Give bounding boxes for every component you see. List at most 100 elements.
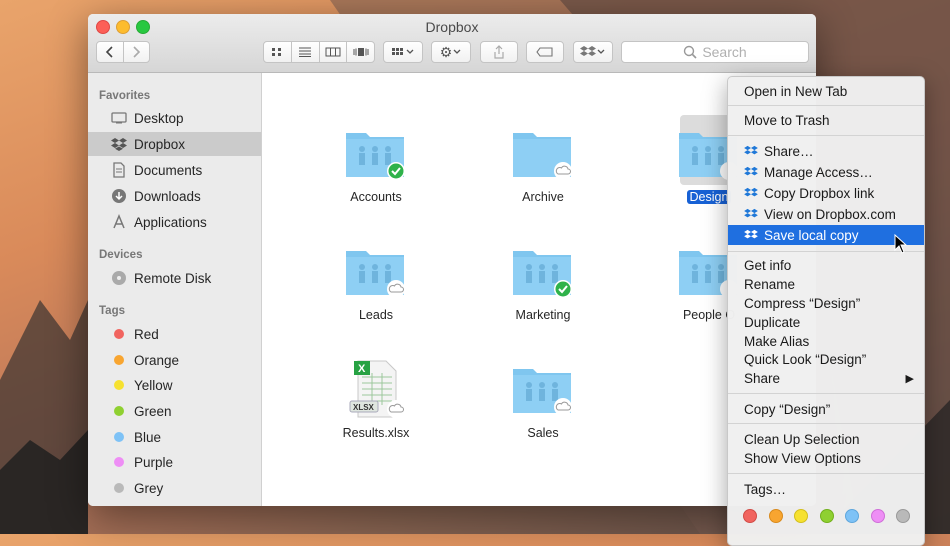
arrange-button[interactable] [383,41,423,63]
sidebar-item-dropbox[interactable]: Dropbox [88,132,261,156]
back-button[interactable] [97,42,124,62]
tag-button[interactable] [526,41,564,63]
file-name: Results.xlsx [342,426,410,440]
mouse-cursor-icon [894,234,908,254]
chevron-down-icon [453,49,461,54]
titlebar: Dropbox ⚙ Search [88,14,816,73]
menu-item-copy[interactable]: Copy “Design” [728,399,924,419]
menu-item-view-on-dropbox[interactable]: View on Dropbox.com [728,204,924,224]
list-view-button[interactable] [292,42,320,62]
menu-item-duplicate[interactable]: Duplicate [728,312,924,332]
icon-view-button[interactable] [264,42,292,62]
sidebar-item-label: Green [134,403,172,419]
dropbox-menu-button[interactable] [573,41,613,63]
menu-separator [728,393,924,394]
shared-folder-icon [513,369,572,416]
folder-icon [513,133,572,180]
menu-item-label: Manage Access… [764,164,873,180]
arrange-icon [392,48,414,55]
coverflow-view-button[interactable] [347,42,374,62]
sidebar-item-label: Red [134,326,159,342]
tag-orange-dot[interactable] [769,509,783,523]
sidebar-tag-blue[interactable]: Blue [88,425,261,449]
menu-item-label: Clean Up Selection [744,431,860,447]
menu-item-copy-dropbox-link[interactable]: Copy Dropbox link [728,183,924,203]
file-item[interactable]: Archive [478,127,608,204]
columns-icon [325,47,341,57]
svg-text:X: X [358,363,366,375]
sidebar-item-applications[interactable]: Applications [88,210,261,234]
menu-item-share-submenu[interactable]: Share ▶ [728,368,924,388]
xlsx-file-icon: X XLSX [349,360,405,418]
view-mode-control [263,41,375,63]
file-item[interactable]: Sales [478,363,608,440]
menu-item-label: Get info [744,257,792,273]
yellow-dot-icon [114,380,124,390]
action-button[interactable]: ⚙ [431,41,471,63]
tag-blue-dot[interactable] [845,509,859,523]
sidebar-item-label: Dropbox [134,136,186,152]
file-item[interactable]: X XLSX Results.xlsx [311,357,441,440]
menu-item-label: Share [744,370,781,386]
devices-header: Devices [99,249,143,261]
sidebar-tag-green[interactable]: Green [88,399,261,423]
file-item[interactable]: Accounts [311,127,441,204]
menu-item-tags[interactable]: Tags… [728,479,924,499]
sidebar-item-label: Desktop [134,110,184,126]
tag-purple-dot[interactable] [871,509,885,523]
menu-item-get-info[interactable]: Get info [728,255,924,275]
file-name: Accounts [350,190,402,204]
purple-dot-icon [114,457,124,467]
sidebar-tag-purple[interactable]: Purple [88,450,261,474]
sidebar-tag-red[interactable]: Red [88,322,261,346]
tag-yellow-dot[interactable] [794,509,808,523]
sidebar-item-downloads[interactable]: Downloads [88,184,261,208]
dropbox-icon [744,166,758,178]
forward-button[interactable] [124,42,150,62]
menu-separator [728,135,924,136]
file-item[interactable]: Marketing [478,245,608,322]
documents-icon [110,161,128,179]
menu-item-label: Quick Look “Design” [744,351,867,367]
sidebar-item-documents[interactable]: Documents [88,158,261,182]
menu-separator [728,423,924,424]
menu-item-share-dropbox[interactable]: Share… [728,141,924,161]
menu-item-compress[interactable]: Compress “Design” [728,293,924,313]
share-button[interactable] [480,41,518,63]
sidebar-item-label: Blue [134,429,162,445]
file-item[interactable]: Leads [311,245,441,322]
grid-icon [272,48,282,56]
menu-item-make-alias[interactable]: Make Alias [728,331,924,351]
submenu-arrow-icon: ▶ [905,372,914,385]
sidebar-tag-grey[interactable]: Grey [88,476,261,500]
applications-icon [110,213,128,231]
sidebar-item-remote-disk[interactable]: Remote Disk [88,266,261,290]
file-name: Leads [358,308,394,322]
menu-item-move-to-trash[interactable]: Move to Trash [728,110,924,130]
share-icon [494,45,504,59]
menu-item-rename[interactable]: Rename [728,274,924,294]
grey-dot-icon [114,483,124,493]
sidebar-tag-orange[interactable]: Orange [88,348,261,372]
menu-item-label: View on Dropbox.com [764,206,896,222]
sidebar-item-label: Remote Disk [134,270,212,286]
tag-red-dot[interactable] [743,509,757,523]
sidebar-item-desktop[interactable]: Desktop [88,106,261,130]
dropbox-icon [110,135,128,153]
tag-green-dot[interactable] [820,509,834,523]
file-name: Archive [522,190,564,204]
file-name: Design [686,190,732,204]
menu-item-label: Save local copy [764,227,859,243]
menu-item-clean-up-selection[interactable]: Clean Up Selection [728,429,924,449]
sidebar-tag-yellow[interactable]: Yellow [88,373,261,397]
menu-item-show-view-options[interactable]: Show View Options [728,448,924,468]
column-view-button[interactable] [320,42,348,62]
menu-item-manage-access[interactable]: Manage Access… [728,162,924,182]
red-dot-icon [114,329,124,339]
search-field[interactable]: Search [621,41,809,63]
menu-item-open-new-tab[interactable]: Open in New Tab [728,81,924,101]
tag-grey-dot[interactable] [896,509,910,523]
favorites-header: Favorites [99,90,151,102]
xlsx-badge: XLSX [353,403,375,412]
menu-item-quick-look[interactable]: Quick Look “Design” [728,349,924,369]
